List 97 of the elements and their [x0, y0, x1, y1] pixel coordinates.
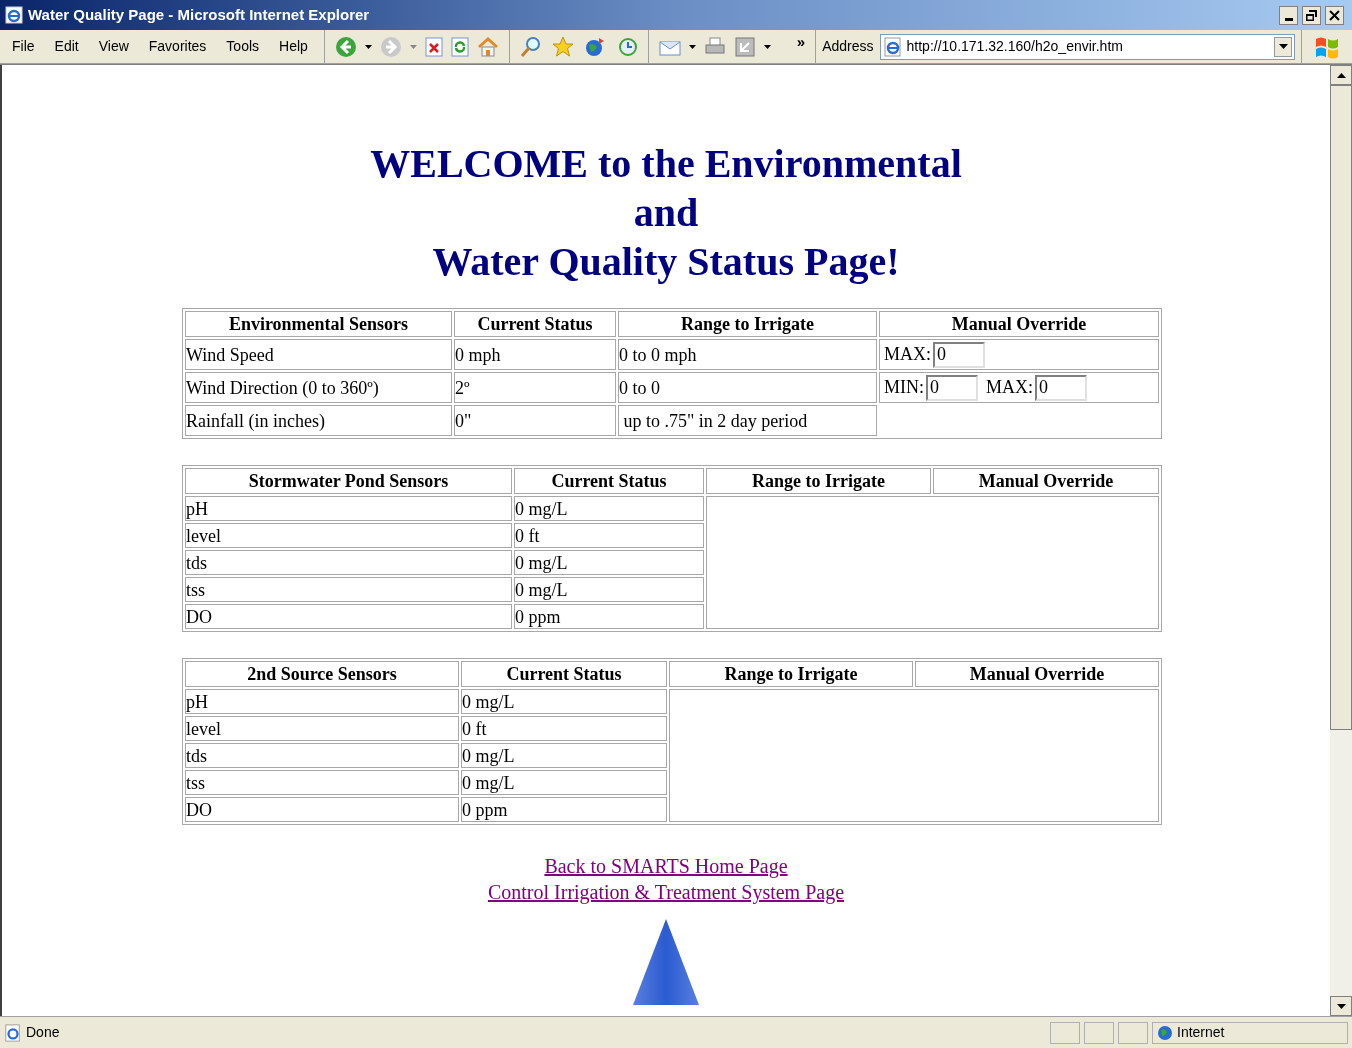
table-cell: level [185, 716, 459, 741]
field-label: MIN: [884, 376, 924, 399]
scrollbar[interactable] [1330, 65, 1352, 1016]
column-header: Manual Override [915, 661, 1159, 687]
search-icon[interactable] [519, 35, 542, 58]
table-cell: 0" [454, 405, 616, 436]
table-cell: 0 mph [454, 339, 616, 370]
column-header: Range to Irrigate [669, 661, 913, 687]
table-cell: 0 ppm [461, 797, 667, 822]
menu-item[interactable]: Favorites [148, 36, 207, 57]
number-field[interactable]: 0 [926, 374, 978, 401]
table-cell: up to .75" in 2 day period [618, 405, 877, 436]
table-cell: Rainfall (in inches) [185, 405, 452, 436]
table-cell: 0 mg/L [514, 550, 704, 575]
link[interactable]: Control Irrigation & Treatment System Page [487, 879, 845, 905]
table-cell: Wind Direction (0 to 360º) [185, 372, 452, 403]
page-heading: and [633, 189, 699, 237]
close-button[interactable] [1325, 5, 1344, 25]
column-header: Current Status [514, 468, 704, 494]
home-icon[interactable] [476, 35, 499, 58]
scroll-down-button[interactable] [1330, 996, 1352, 1016]
column-header: Manual Override [879, 311, 1159, 337]
table-cell: Wind Speed [185, 339, 452, 370]
link[interactable]: Back to SMARTS Home Page [544, 853, 788, 879]
column-header: 2nd Source Sensors [185, 661, 459, 687]
caret-icon[interactable] [763, 44, 771, 49]
table-cell: tss [185, 770, 459, 795]
field-label: MAX: [884, 343, 931, 366]
scroll-thumb[interactable] [1330, 85, 1352, 730]
address-label: Address [822, 37, 874, 56]
stop-icon[interactable] [424, 36, 443, 57]
edit-icon[interactable] [733, 35, 756, 58]
triangle-icon [633, 919, 699, 1005]
star-icon[interactable] [551, 35, 574, 58]
restore-icon [1306, 9, 1317, 21]
window-title: Water Quality Page - Microsoft Internet Explorer [28, 4, 371, 25]
minimize-icon [1284, 17, 1293, 21]
table-cell: tds [185, 743, 459, 768]
zone-label: Internet [1177, 1023, 1225, 1042]
table-cell: tds [185, 550, 512, 575]
page-heading: WELCOME to the Environmental [370, 140, 962, 188]
table-cell: pH [185, 496, 512, 521]
column-header: Stormwater Pond Sensors [185, 468, 512, 494]
table-cell: 0 to 0 mph [618, 339, 877, 370]
menu-item[interactable]: Help [279, 36, 308, 57]
status-pane [1118, 1021, 1148, 1044]
restore-button[interactable] [1302, 5, 1321, 25]
status-text: Done [26, 1023, 61, 1042]
menu-item[interactable]: View [98, 36, 129, 57]
table-cell: level [185, 523, 512, 548]
menu-item[interactable]: Tools [226, 36, 260, 57]
table-cell: 0 mg/L [461, 743, 667, 768]
column-header: Current Status [454, 311, 616, 337]
table-cell: 0 to 0 [618, 372, 877, 403]
status-pane [1050, 1021, 1080, 1044]
page-icon [4, 1023, 22, 1042]
browser-icon [4, 5, 24, 25]
minimize-button[interactable] [1279, 5, 1298, 25]
more-button[interactable]: » [796, 31, 806, 54]
page-icon [882, 36, 903, 57]
table-cell: 0 mg/L [514, 496, 704, 521]
table-cell: pH [185, 689, 459, 714]
up-arrow-icon [1336, 72, 1346, 78]
menu-item[interactable]: Edit [54, 36, 79, 57]
column-header: Current Status [461, 661, 667, 687]
back-icon[interactable] [334, 35, 357, 58]
address-field[interactable]: http://10.171.32.160/h2o_envir.htm [879, 33, 1295, 60]
table-cell: DO [185, 604, 512, 629]
refresh-icon[interactable] [450, 36, 469, 57]
table-cell: tss [185, 577, 512, 602]
table-cell: 0 mg/L [461, 770, 667, 795]
menu-item[interactable]: File [12, 36, 35, 57]
status-pane [1084, 1021, 1114, 1044]
close-icon [1329, 9, 1340, 21]
column-header: Environmental Sensors [185, 311, 452, 337]
dropdown-button[interactable] [1274, 36, 1292, 57]
globe-icon [1157, 1024, 1173, 1041]
table-cell: 0 ft [514, 523, 704, 548]
globe-icon[interactable] [583, 35, 606, 58]
down-arrow-icon [1336, 1003, 1346, 1009]
number-field[interactable]: 0 [1035, 374, 1087, 401]
table-cell: DO [185, 797, 459, 822]
column-header: Range to Irrigate [706, 468, 931, 494]
scroll-up-button[interactable] [1330, 65, 1352, 85]
field-label: MAX: [986, 376, 1033, 399]
caret-icon[interactable] [688, 44, 696, 49]
column-header: Range to Irrigate [618, 311, 877, 337]
caret-icon[interactable] [364, 44, 372, 49]
table-cell: 0 mg/L [461, 689, 667, 714]
caret-icon [1278, 44, 1288, 49]
page-heading: Water Quality Status Page! [432, 238, 900, 286]
column-header: Manual Override [933, 468, 1159, 494]
table-cell: 0 ft [461, 716, 667, 741]
table-cell: 0 ppm [514, 604, 704, 629]
table-cell: 0 mg/L [514, 577, 704, 602]
number-field[interactable]: 0 [933, 341, 985, 368]
table-cell: 2º [454, 372, 616, 403]
